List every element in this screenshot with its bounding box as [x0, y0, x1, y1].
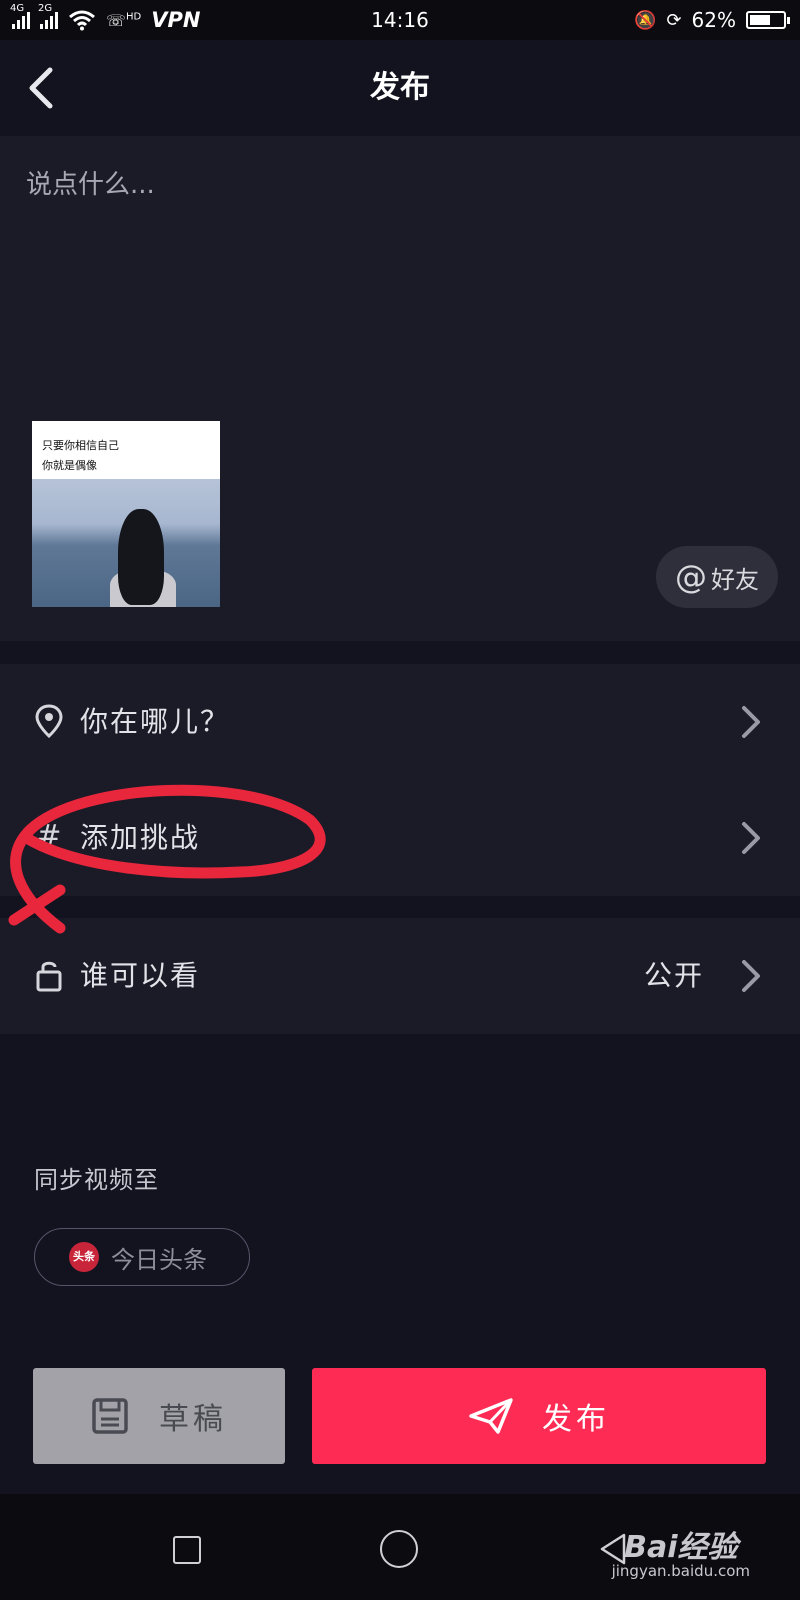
- header: 发布: [0, 40, 800, 136]
- thumbnail-caption-area: 只要你相信自己 你就是偶像: [32, 421, 220, 479]
- draft-label: 草稿: [159, 1402, 227, 1437]
- baidu-jingyan-watermark: Bai经验 jingyan.baidu.com: [612, 1522, 750, 1580]
- privacy-row[interactable]: 谁可以看 公开: [0, 918, 800, 1034]
- publish-button[interactable]: 发布: [312, 1368, 766, 1464]
- toutiao-logo-icon: 头条: [69, 1242, 99, 1272]
- system-nav-bar: Bai经验 jingyan.baidu.com: [0, 1494, 800, 1600]
- video-thumbnail[interactable]: 只要你相信自己 你就是偶像: [32, 421, 220, 607]
- watermark-url: jingyan.baidu.com: [611, 1562, 750, 1580]
- privacy-value: 公开: [643, 959, 704, 992]
- at-sign-icon: @: [675, 558, 707, 596]
- options-group: 你在哪儿？ # 添加挑战: [0, 664, 800, 896]
- caption-panel: 只要你相信自己 你就是偶像 @ 好友: [0, 136, 800, 641]
- thumbnail-figure-hair: [118, 509, 164, 605]
- home-icon[interactable]: [380, 1530, 418, 1568]
- hashtag-icon: #: [36, 819, 62, 854]
- battery-level: [750, 15, 770, 25]
- status-bar: 4G 2G ☏HD VPN 14:16 🔕 ⟳ 62%: [0, 0, 800, 40]
- battery-percent: 62%: [691, 8, 736, 32]
- paper-plane-icon: [469, 1398, 513, 1434]
- sync-label: 同步视频至: [34, 1166, 159, 1194]
- save-draft-button[interactable]: 草稿: [33, 1368, 285, 1464]
- sync-toutiao-toggle[interactable]: 头条 今日头条: [34, 1228, 250, 1286]
- location-label: 你在哪儿？: [80, 705, 231, 738]
- watermark-brand: Bai经验: [624, 1530, 738, 1565]
- privacy-label: 谁可以看: [80, 959, 201, 992]
- sync-platform-label: 今日头条: [111, 1245, 207, 1274]
- add-challenge-row[interactable]: # 添加挑战: [0, 780, 800, 896]
- page-title: 发布: [370, 70, 430, 105]
- thumbnail-caption-line: 你就是偶像: [42, 459, 97, 472]
- unlock-icon: [36, 961, 62, 992]
- mute-icon: 🔕: [634, 9, 657, 31]
- recent-apps-icon[interactable]: [173, 1536, 201, 1564]
- caption-input[interactable]: [24, 164, 628, 206]
- chevron-right-icon: [742, 706, 760, 738]
- publish-label: 发布: [542, 1402, 610, 1437]
- rotation-lock-icon: ⟳: [666, 9, 682, 31]
- location-pin-icon: [35, 704, 63, 738]
- status-right: 🔕 ⟳ 62%: [634, 0, 790, 40]
- battery-icon: [746, 11, 790, 29]
- add-challenge-label: 添加挑战: [80, 821, 201, 854]
- mention-label: 好友: [711, 565, 759, 594]
- chevron-right-icon: [742, 960, 760, 992]
- location-row[interactable]: 你在哪儿？: [0, 664, 800, 780]
- chevron-right-icon: [742, 822, 760, 854]
- save-disk-icon: [92, 1398, 128, 1434]
- thumbnail-caption-line: 只要你相信自己: [42, 439, 119, 452]
- mention-friends-button[interactable]: @ 好友: [656, 546, 778, 608]
